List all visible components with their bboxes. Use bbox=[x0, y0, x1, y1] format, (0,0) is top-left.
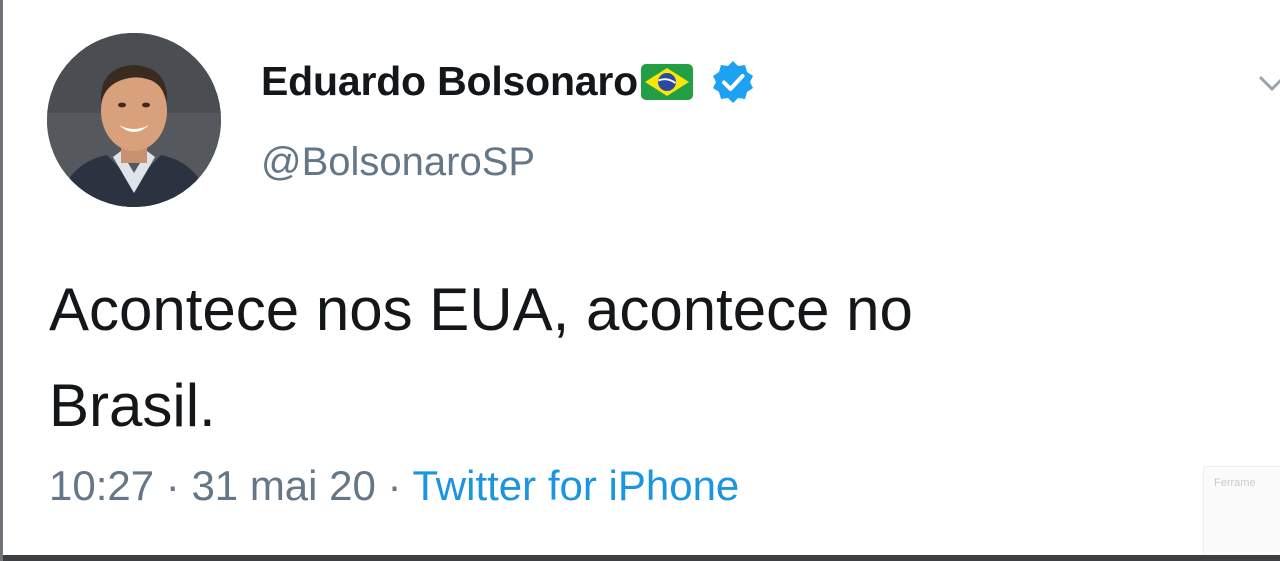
overlay-panel: Ferrame bbox=[1203, 466, 1280, 558]
tweet-meta: 10:27 · 31 mai 20 · Twitter for iPhone bbox=[49, 462, 739, 510]
overlay-label: Ferrame bbox=[1214, 477, 1256, 489]
chevron-down-icon[interactable] bbox=[1255, 66, 1280, 100]
verified-badge-icon bbox=[710, 59, 756, 105]
brazil-flag-icon bbox=[640, 63, 694, 101]
tweet-card: Eduardo Bolsonaro @BolsonaroSP Acontece … bbox=[0, 0, 1280, 561]
tweet-text-line: Brasil. bbox=[49, 372, 216, 439]
tweet-time[interactable]: 10:27 bbox=[49, 462, 154, 509]
tweet-date[interactable]: 31 mai 20 bbox=[191, 462, 375, 509]
tweet-text-line: Acontece nos EUA, acontece no bbox=[49, 276, 913, 343]
tweet-text: Acontece nos EUA, acontece no Brasil. bbox=[49, 262, 1169, 454]
author-name-row[interactable]: Eduardo Bolsonaro bbox=[261, 58, 756, 105]
avatar-photo bbox=[47, 33, 221, 207]
avatar[interactable] bbox=[47, 33, 221, 207]
author-handle[interactable]: @BolsonaroSP bbox=[261, 140, 535, 185]
bottom-divider bbox=[3, 555, 1280, 561]
meta-separator: · bbox=[375, 462, 413, 509]
author-display-name[interactable]: Eduardo Bolsonaro bbox=[261, 58, 638, 105]
meta-separator: · bbox=[154, 462, 192, 509]
tweet-source-link[interactable]: Twitter for iPhone bbox=[412, 462, 739, 509]
